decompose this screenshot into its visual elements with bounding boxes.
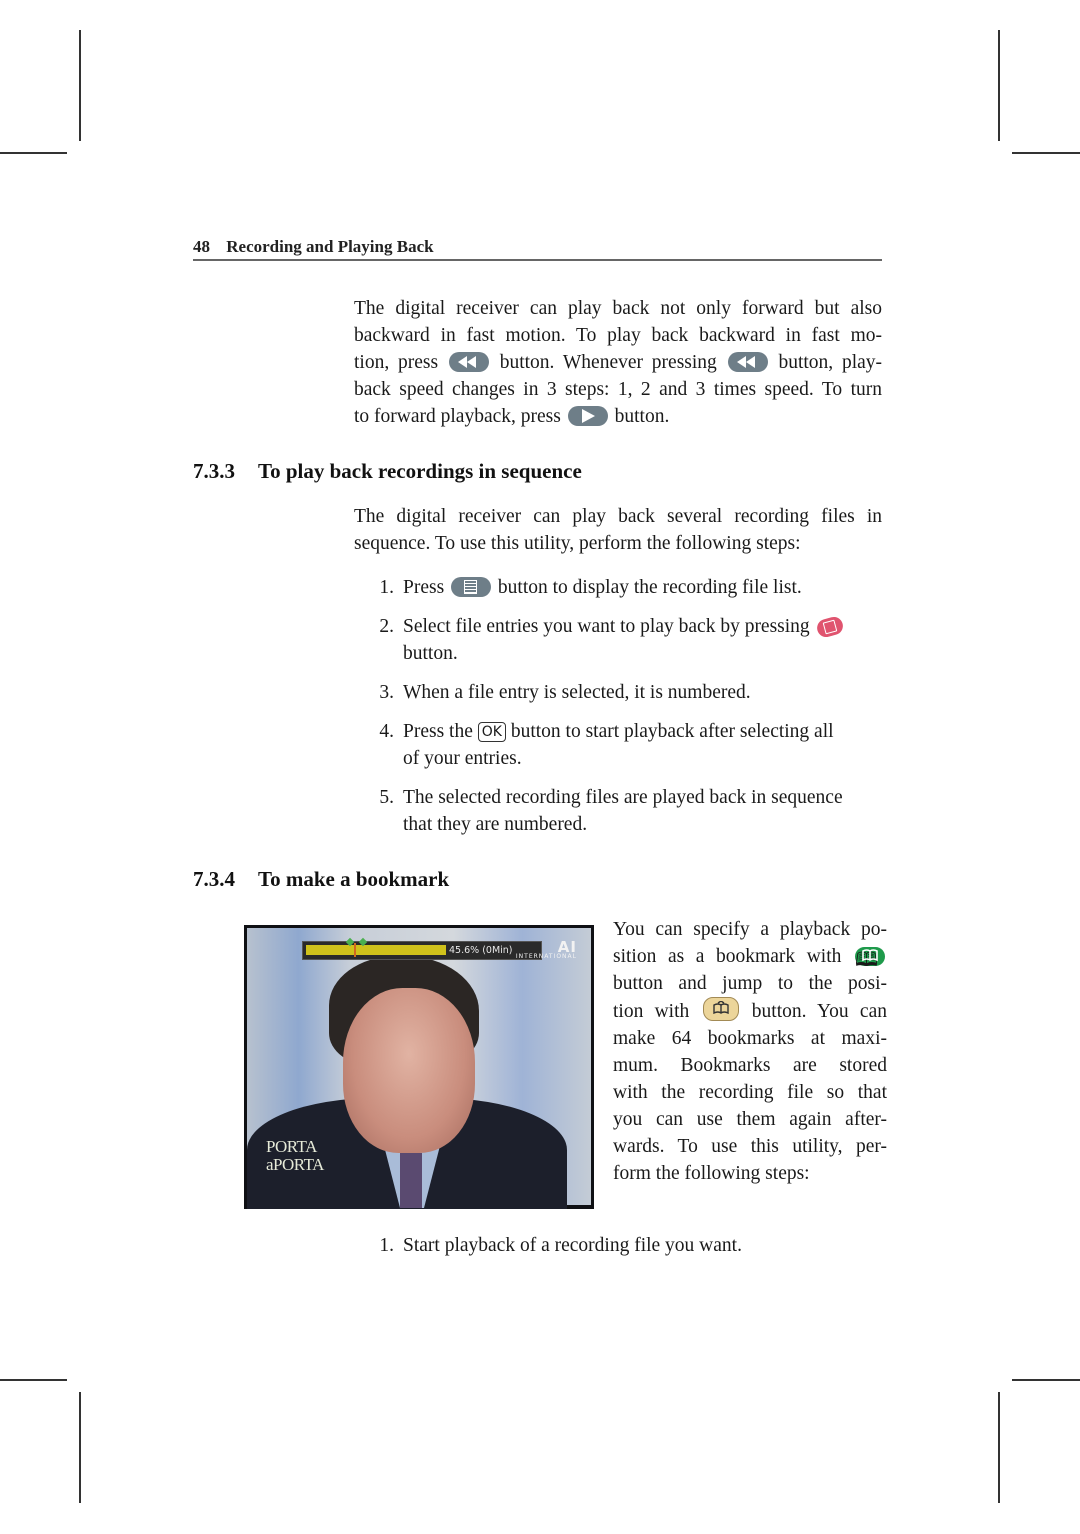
text-line: tion, press button. Whenever pressing bu… <box>354 349 882 376</box>
show-logo-line: PORTA <box>266 1137 317 1156</box>
crop-mark <box>79 30 81 141</box>
person-tie <box>400 1153 422 1208</box>
text-line: make 64 bookmarks at maxi- <box>613 1028 887 1049</box>
open-book-icon <box>862 949 878 962</box>
crop-mark <box>0 1379 67 1381</box>
list-text: Press the OK button to start playback af… <box>403 718 834 745</box>
bookmark-paragraph: You can specify a playback po- sition as… <box>613 916 887 1187</box>
running-head: 48 Recording and Playing Back <box>193 237 882 261</box>
crop-mark <box>998 30 1000 141</box>
text-fragment: sition as a bookmark with <box>613 946 842 967</box>
list-text: Press button to display the recording fi… <box>403 574 802 601</box>
section-title: To play back recordings in sequence <box>258 459 582 483</box>
text-line: wards. To use this utility, per- <box>613 1136 887 1157</box>
show-logo-line: aPORTA <box>266 1155 324 1174</box>
progress-label: 45.6% (0Min) <box>449 945 513 956</box>
list-text: The selected recording files are played … <box>403 787 843 808</box>
list-number: 1. <box>379 577 394 598</box>
text-fragment: to forward playback, press <box>354 406 561 427</box>
file-list-button-icon <box>451 577 492 597</box>
section-heading: 7.3.3 To play back recordings in sequence <box>193 459 582 484</box>
text-line: mum. Bookmarks are stored <box>613 1055 887 1076</box>
page-number: 48 <box>193 237 210 256</box>
text-fragment: button, play- <box>778 352 883 373</box>
text-fragment: Press <box>403 577 445 598</box>
intro-paragraph: The digital receiver can play back not o… <box>354 295 882 430</box>
rewind-button-icon <box>727 352 768 372</box>
text-line: sition as a bookmark with <box>613 943 887 970</box>
text-fragment: button. You can <box>751 1001 887 1022</box>
crop-mark <box>79 1392 81 1503</box>
text-fragment: Select file entries you want to play bac… <box>403 616 810 637</box>
person-face <box>343 988 475 1153</box>
chapter-title: Recording and Playing Back <box>226 237 434 256</box>
playback-screenshot: PORTA aPORTA 45.6% (0Min) AI INTERNATION… <box>244 925 594 1209</box>
text-fragment: button to display the recording file lis… <box>497 577 802 598</box>
list-text: of your entries. <box>403 748 522 769</box>
text-fragment: tion with <box>613 1001 690 1022</box>
crop-mark <box>1012 1379 1080 1381</box>
list-item: 1. Start playback of a recording file yo… <box>370 1232 882 1259</box>
list-number: 4. <box>379 721 394 742</box>
bookmark-jump-button-icon <box>702 997 739 1021</box>
open-book-icon <box>712 1001 729 1014</box>
studio-background: PORTA aPORTA 45.6% (0Min) AI INTERNATION… <box>247 928 591 1209</box>
text-fragment: button. <box>614 406 670 427</box>
text-line: backward in fast motion. To play back ba… <box>354 325 882 346</box>
list-item: 4. Press the OK button to start playback… <box>370 718 882 772</box>
text-line: back speed changes in 3 steps: 1, 2 and … <box>354 379 882 400</box>
playback-progress-osd: 45.6% (0Min) <box>302 937 542 960</box>
section-intro: The digital receiver can play back sever… <box>354 503 882 557</box>
rewind-button-icon <box>448 352 489 372</box>
list-text: Start playback of a recording file you w… <box>403 1235 742 1256</box>
text-line: to forward playback, press button. <box>354 403 882 430</box>
list-number: 2. <box>379 616 394 637</box>
text-fragment: Press the <box>403 721 473 742</box>
text-fragment: tion, press <box>354 352 439 373</box>
list-item: 1. Press button to display the recording… <box>370 574 882 601</box>
text-line: you can use them again after- <box>613 1109 887 1130</box>
list-item: 5. The selected recording files are play… <box>370 784 882 838</box>
text-line: You can specify a playback po- <box>613 919 887 940</box>
list-item: 3. When a file entry is selected, it is … <box>370 679 882 706</box>
list-text: button. <box>403 643 458 664</box>
list-number: 1. <box>379 1235 394 1256</box>
section-heading: 7.3.4 To make a bookmark <box>193 867 449 892</box>
list-number: 3. <box>379 682 394 703</box>
list-text: When a file entry is selected, it is num… <box>403 682 751 703</box>
section-title: To make a bookmark <box>258 867 450 891</box>
list-item: 2. Select file entries you want to play … <box>370 613 882 667</box>
crop-mark <box>998 1392 1000 1503</box>
crop-mark <box>1012 152 1080 154</box>
section-number: 7.3.4 <box>193 867 235 891</box>
text-line: form the following steps: <box>613 1163 810 1184</box>
list-number: 5. <box>379 787 394 808</box>
text-line: The digital receiver can play back not o… <box>354 298 882 319</box>
text-line: button and jump to the posi- <box>613 973 887 994</box>
progress-fill <box>306 945 446 955</box>
red-select-button-icon <box>814 614 845 640</box>
text-line: sequence. To use this utility, perform t… <box>354 533 801 554</box>
text-line: The digital receiver can play back sever… <box>354 506 882 527</box>
channel-logo: AI INTERNATIONAL <box>516 938 577 960</box>
show-logo: PORTA aPORTA <box>266 1138 324 1174</box>
text-fragment: button to start playback after selecting… <box>510 721 834 742</box>
list-text: that they are numbered. <box>403 814 588 835</box>
play-button-icon <box>567 406 608 426</box>
text-fragment: button. Whenever pressing <box>499 352 717 373</box>
list-text: Select file entries you want to play bac… <box>403 613 845 640</box>
crop-mark <box>0 152 67 154</box>
text-line: tion with button. You can <box>613 997 887 1025</box>
channel-logo-subtext: INTERNATIONAL <box>515 953 577 960</box>
playback-cursor <box>353 943 356 957</box>
text-line: with the recording file so that <box>613 1082 887 1103</box>
bookmark-add-button-icon <box>855 947 885 966</box>
section-number: 7.3.3 <box>193 459 235 483</box>
ok-key-icon: OK <box>477 722 506 742</box>
